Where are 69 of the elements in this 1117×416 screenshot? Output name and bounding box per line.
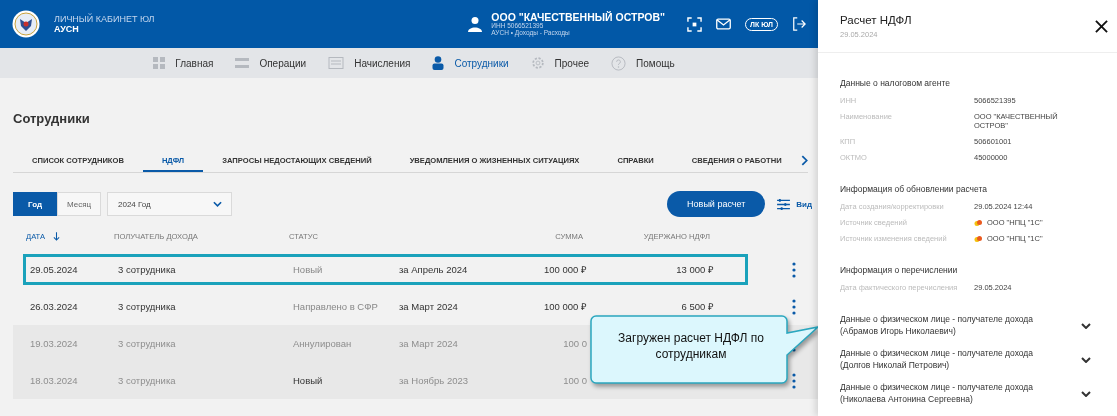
section-heading: Информация об обновлении расчета [840, 184, 988, 195]
chevron-down-icon [1081, 390, 1091, 397]
person-accordion[interactable]: Данные о физическом лице - получателе дохода (Николаева Антонина Сергеевна) [840, 382, 1095, 405]
status-cell-text: Аннулирован [293, 338, 353, 349]
new-calculation-button[interactable]: Новый расчет [667, 191, 766, 217]
amount-cell-text: 100 0 [562, 375, 587, 386]
mail-icon[interactable] [716, 18, 731, 30]
page-title: Сотрудники [13, 111, 91, 126]
nav-item[interactable]: Сотрудники [432, 56, 509, 70]
date-cell-text: 18.03.2024 [30, 375, 79, 386]
status-cell-text: Новый [293, 264, 324, 275]
amount-cell-text: 100 000 ₽ [543, 300, 587, 313]
period-cell-text: за Март 2024 [399, 338, 459, 349]
more-icon[interactable] [792, 372, 796, 389]
emblem-icon [12, 10, 40, 38]
tax-withheld-cell: 6 500 ₽ [681, 301, 714, 312]
amount-cell-text: 100 000 ₽ [543, 263, 587, 276]
period-toggle[interactable]: Месяц [57, 192, 101, 216]
scan-icon[interactable] [687, 16, 702, 32]
more-icon[interactable] [792, 298, 796, 315]
date-cell-text: 19.03.2024 [30, 338, 79, 349]
source-icon [974, 219, 982, 226]
recipient-cell-text: 3 сотрудника [118, 301, 177, 312]
list-icon [235, 57, 250, 69]
person-accordion[interactable]: Данные о физическом лице - получателе дохода (Долгов Николай Петрович) [840, 348, 1095, 372]
gear-icon [530, 56, 545, 70]
highlighted-row[interactable]: 29.05.2024 3 сотрудника Новый за Апрель 2024 100 000 ₽ 13 000 ₽ [23, 254, 748, 285]
recipient-cell-text: 3 сотрудника [118, 375, 177, 386]
nav-item[interactable]: Помощь [611, 55, 675, 71]
nav-item[interactable]: Прочее [530, 56, 590, 70]
logout-icon[interactable] [792, 17, 806, 31]
panel-title: Расчет НДФЛ [840, 13, 912, 26]
cabinet-subtitle: АУСН [54, 24, 80, 34]
recipient-cell-text: 3 сотрудника [118, 338, 177, 349]
nav-item[interactable]: Начисления [328, 57, 411, 69]
grid-icon [153, 57, 166, 69]
chevron-down-icon [1081, 322, 1091, 329]
tax-withheld-cell: 13 000 ₽ [676, 264, 714, 275]
period-cell-text: за Март 2024 [399, 301, 459, 312]
status-cell-text: Новый [293, 375, 324, 386]
source-icon [974, 235, 982, 242]
document-icon [328, 57, 345, 69]
recipient-cell-text: 3 сотрудника [118, 264, 177, 275]
amount-cell-text: 100 0 [562, 338, 587, 349]
chevron-right-icon[interactable] [801, 154, 808, 166]
chevron-down-icon [213, 201, 222, 207]
view-button[interactable]: Вид [777, 198, 812, 210]
date-cell-text: 26.03.2024 [30, 301, 79, 312]
nav-item[interactable]: Операции [235, 57, 307, 69]
filter-icon [777, 198, 791, 210]
section-heading: Информация о перечислении [840, 265, 959, 276]
close-icon[interactable] [1095, 19, 1108, 33]
organization-name: ООО "КАЧЕСТВЕННЫЙ ОСТРОВ" [491, 11, 665, 23]
year-select[interactable]: 2024 Год [107, 192, 232, 216]
sort-down-icon [53, 231, 61, 241]
user-icon[interactable] [467, 16, 484, 32]
section-heading: Данные о налоговом агенте [840, 78, 951, 89]
nav-item[interactable]: Главная [153, 57, 214, 69]
period-cell-text: за Ноябрь 2023 [399, 375, 469, 386]
status-cell-text: Направлено в СФР [293, 301, 379, 312]
date-cell-text: 29.05.2024 [30, 264, 79, 275]
period-toggle[interactable]: Год [13, 192, 57, 216]
person-accordion[interactable]: Данные о физическом лице - получателе дохода (Абрамов Игорь Николаевич) [840, 314, 1095, 338]
period-cell-text: за Апрель 2024 [399, 264, 469, 275]
chevron-down-icon [1081, 356, 1091, 363]
person-icon [432, 56, 445, 70]
cabinet-title: ЛИЧНЫЙ КАБИНЕТ ЮЛ [54, 14, 155, 24]
more-icon[interactable] [792, 261, 796, 278]
help-icon [611, 55, 627, 71]
